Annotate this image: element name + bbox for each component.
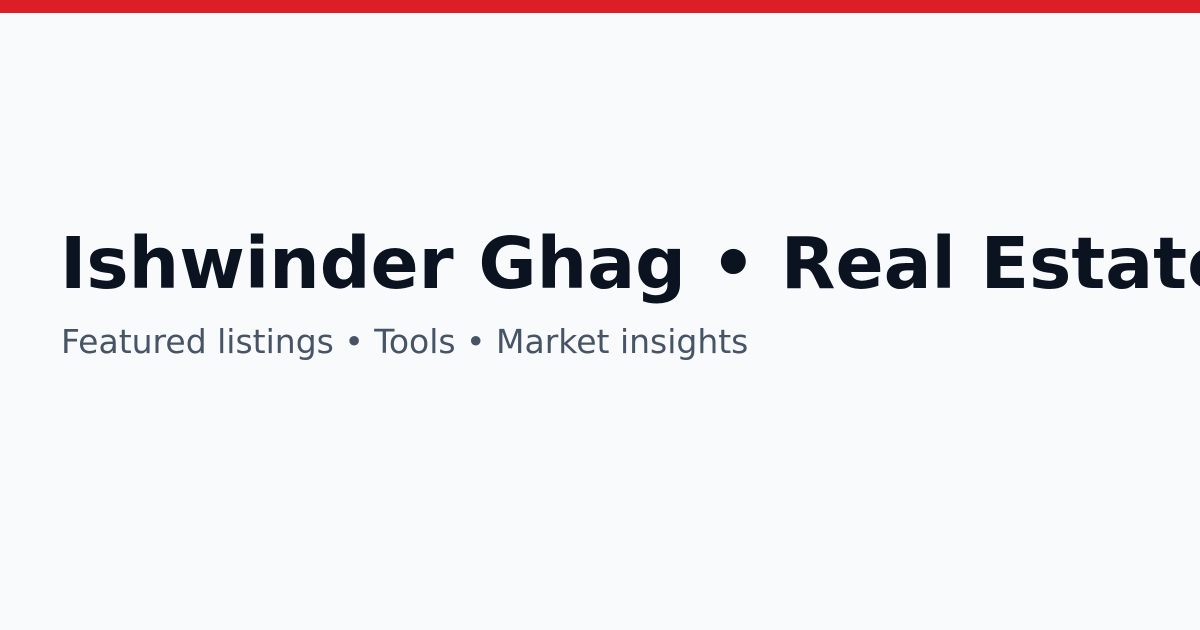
page-subtitle: Featured listings • Tools • Market insig… xyxy=(61,322,749,361)
accent-bar xyxy=(0,0,1200,13)
page-title: Ishwinder Ghag • Real Estate xyxy=(60,222,1200,305)
